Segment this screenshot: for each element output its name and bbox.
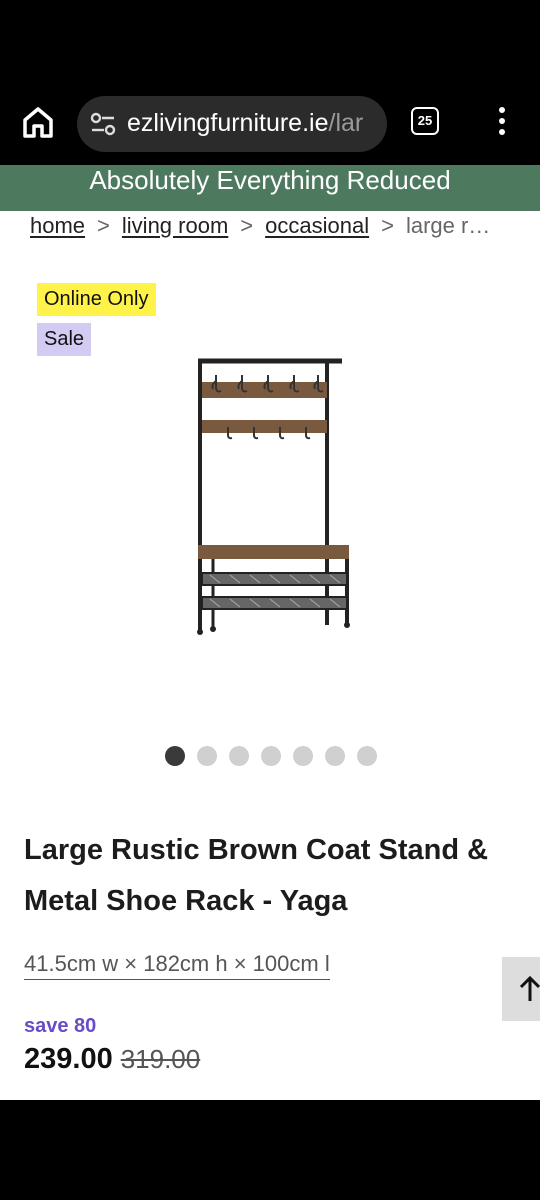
gallery-dot[interactable] [165,746,185,766]
product-title: Large Rustic Brown Coat Stand & Metal Sh… [24,834,489,917]
gallery-dot[interactable] [293,746,313,766]
price-row: 239.00 319.00 [24,1043,200,1076]
breadcrumb-living-room[interactable]: living room [122,213,228,238]
product-dimensions[interactable]: 41.5cm w × 182cm h × 100cm l [24,951,330,980]
breadcrumb-occasional[interactable]: occasional [265,213,369,238]
more-vert-icon[interactable] [490,104,514,140]
url-path: /lar [328,109,364,137]
site-settings-icon[interactable] [89,110,117,138]
tab-switcher-button[interactable]: 25 [411,107,439,135]
address-bar[interactable]: ezlivingfurniture.ie/lar [77,96,387,152]
breadcrumb-separator: > [240,213,254,238]
gallery-dot[interactable] [357,746,377,766]
promo-banner[interactable]: Absolutely Everything Reduced [0,165,540,211]
gallery-dot[interactable] [229,746,249,766]
online-only-badge: Online Only [37,283,156,316]
gallery-dot[interactable] [261,746,281,766]
original-price: 319.00 [120,1044,201,1074]
gallery-dots [165,746,377,766]
url-text: ezlivingfurniture.ie/lar [127,109,363,138]
product-image[interactable] [150,345,390,645]
breadcrumb-current: large r… [405,213,491,238]
scroll-to-top-button[interactable] [502,957,540,1021]
navigation-bar [0,1100,540,1200]
gallery-dot[interactable] [197,746,217,766]
gallery-dot[interactable] [325,746,345,766]
status-bar [0,0,540,80]
sale-badge: Sale [37,323,92,356]
save-amount: save 80 [24,1015,97,1037]
web-page: Absolutely Everything Reduced home > livin… [0,165,540,1100]
arrow-up-icon [519,975,540,1001]
breadcrumb-home[interactable]: home [30,213,85,238]
promo-text: Absolutely Everything Reduced [89,165,451,195]
breadcrumb-separator: > [381,213,394,238]
browser-toolbar: ezlivingfurniture.ie/lar 25 [0,80,540,165]
home-button[interactable] [18,102,58,142]
home-icon [23,107,53,138]
url-domain: ezlivingfurniture.ie [127,109,329,137]
current-price: 239.00 [24,1043,113,1075]
breadcrumb: home > living room > occasional > large r… [30,213,530,245]
breadcrumb-separator: > [97,213,110,238]
